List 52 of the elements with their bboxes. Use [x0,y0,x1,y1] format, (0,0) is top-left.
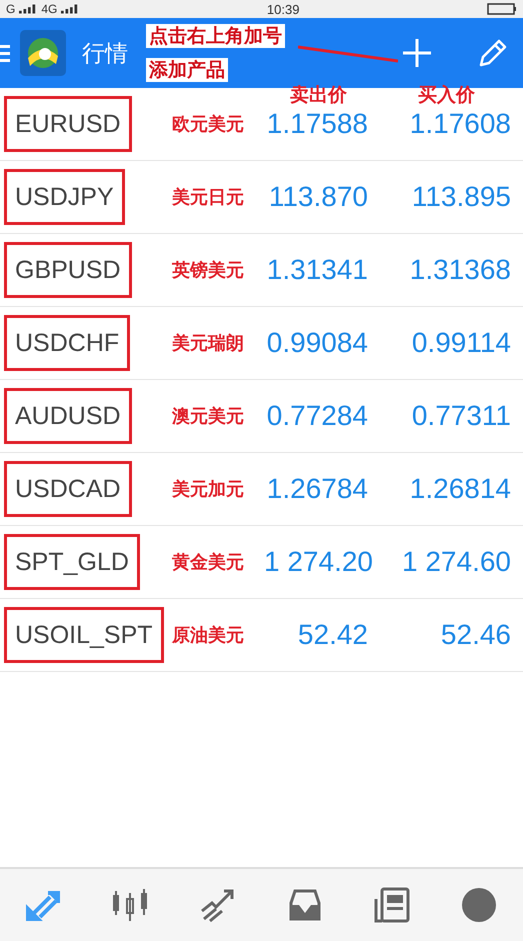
bid-price: 0.77284 [266,400,368,432]
annotation-text: 美元加元 [172,478,245,501]
quote-row[interactable]: USDCAD 美元加元 1.26784 1.26814 [0,453,523,526]
quote-row[interactable]: USOIL_SPT 原油美元 52.42 52.46 [0,599,523,672]
ask-price: 0.99114 [410,327,511,359]
menu-icon[interactable] [0,43,10,63]
bid-price: 113.870 [268,181,368,213]
bid-price: 1.31341 [266,254,368,286]
annotation-text: 美元日元 [172,186,245,209]
annotation-text: 原油美元 [172,624,245,647]
ask-price: 1.26814 [408,473,511,505]
clock-time: 10:39 [266,2,300,16]
signal-icon [61,4,80,14]
network-label: 4G [41,2,58,16]
symbol-name: GBPUSD [4,242,132,298]
ask-price: 1 274.60 [401,546,511,578]
bid-price: 1.17588 [266,108,368,140]
symbol-name: USDCHF [4,315,130,371]
carrier-label: G [6,2,16,16]
ask-price: 1.17608 [408,108,511,140]
annotation-text: 澳元美元 [172,405,245,428]
symbol-name: USDJPY [4,169,125,225]
bid-price: 1.26784 [266,473,368,505]
annotation-text: 欧元美元 [172,113,245,136]
quote-row[interactable]: SPT_GLD 黄金美元 1 274.20 1 274.60 [0,526,523,599]
ask-price: 52.46 [440,619,511,651]
symbol-name: EURUSD [4,96,132,152]
newspaper-icon[interactable] [372,887,412,923]
ask-price: 0.77311 [410,400,511,432]
annotation-text: 美元瑞朗 [172,332,245,355]
quote-row[interactable]: USDJPY 美元日元 113.870 113.895 [0,161,523,234]
ask-price: 1.31368 [408,254,511,286]
screen-title: 行情 [82,40,128,68]
annotation-text: 添加产品 [146,58,228,82]
symbol-name: AUDUSD [4,388,132,444]
symbol-name: USOIL_SPT [4,607,164,663]
quote-row[interactable]: GBPUSD 英镑美元 1.31341 1.31368 [0,234,523,307]
quote-row[interactable]: USDCHF 美元瑞朗 0.99084 0.99114 [0,307,523,380]
annotation-text: 黄金美元 [172,551,245,574]
signal-icon [19,4,38,14]
annotation-text: 点击右上角加号 [146,24,285,48]
ask-price: 113.895 [410,181,511,213]
symbol-name: SPT_GLD [4,534,140,590]
bid-price: 52.42 [296,619,368,651]
battery-icon [487,3,517,15]
bid-price: 0.99084 [266,327,368,359]
quote-row[interactable]: AUDUSD 澳元美元 0.77284 0.77311 [0,380,523,453]
app-logo-icon [20,30,66,76]
symbol-name: USDCAD [4,461,132,517]
annotation-text: 英镑美元 [172,259,245,282]
edit-icon[interactable] [477,37,509,69]
add-icon[interactable] [401,37,433,69]
